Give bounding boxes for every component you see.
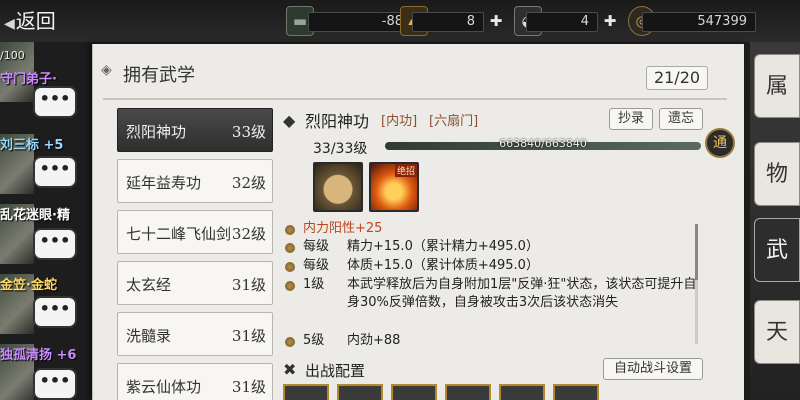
battle-slot[interactable] [445, 384, 491, 400]
resource-coin-value: 547399 [642, 12, 756, 32]
chat-bubble-icon[interactable]: ••• [33, 296, 77, 328]
character-name: 乱花迷眼·精 [0, 208, 70, 223]
ultimate-badge: 绝招 [394, 164, 417, 177]
skill-name: 紫云仙体功 [126, 378, 202, 396]
tab-items[interactable]: 物 [754, 142, 800, 206]
battle-slot[interactable] [283, 384, 329, 400]
diamond-emblem-icon: ◆ [283, 111, 296, 130]
character-name: 守门弟子· [0, 72, 57, 87]
skill-name: 太玄经 [126, 276, 172, 294]
add-silver-button[interactable]: ✚ [600, 10, 620, 32]
skill-list: 烈阳神功 33级 延年益寿功 32级 七十二峰飞仙剑 32级 太玄经 31级 洗… [117, 108, 273, 400]
tab-talent[interactable]: 天 [754, 300, 800, 364]
bullet-icon [285, 281, 295, 291]
skill-name: 洗髓录 [126, 327, 172, 345]
resource-gold-value: 8 [412, 12, 484, 32]
chat-bubble-icon[interactable]: ••• [33, 368, 77, 400]
forget-button[interactable]: 遗忘 [659, 108, 703, 130]
add-gold-button[interactable]: ✚ [486, 10, 506, 32]
right-tab-rail: 属 物 武 天 [750, 42, 800, 400]
bullet-icon [285, 262, 295, 272]
mastery-badge[interactable]: 通 [705, 128, 735, 158]
crossed-swords-icon: ✖ [283, 360, 297, 379]
effect-value: 体质+15.0（累计体质+495.0） [347, 258, 539, 273]
skill-detail: ◆ 烈阳神功 [内功] [六扇门] 抄录 遗忘 33/33级 663840/66… [283, 108, 735, 400]
copy-button[interactable]: 抄录 [609, 108, 653, 130]
character-hp: /100 [0, 49, 25, 62]
effect-list: 内力阳性+25 每级 精力+15.0（累计精力+495.0） 每级 体质+15.… [283, 220, 703, 350]
battle-slots [283, 384, 703, 400]
skill-name: 七十二峰飞仙剑 [126, 225, 232, 243]
skill-level: 32级 [231, 225, 266, 243]
chat-bubble-icon[interactable]: ••• [33, 156, 77, 188]
resource-cart-value: -88 [308, 12, 412, 32]
skill-type-tag: [内功] [381, 114, 418, 129]
skill-name: 烈阳神功 [126, 123, 187, 141]
back-arrow-icon: ◀ [4, 16, 15, 32]
effects-scrollbar[interactable] [695, 224, 698, 344]
chat-bubble-icon[interactable]: ••• [33, 228, 77, 260]
character-name: 金笠·金蛇 [0, 278, 57, 293]
effect-label: 5级 [303, 333, 325, 348]
battle-slot[interactable] [499, 384, 545, 400]
bullet-icon [285, 337, 295, 347]
resource-silver-value: 4 [526, 12, 598, 32]
panel-title: 拥有武学 [123, 65, 195, 86]
skill-count: 21/20 [646, 66, 708, 90]
battle-slot[interactable] [553, 384, 599, 400]
divider [103, 98, 727, 100]
back-label: 返回 [15, 9, 56, 33]
back-button[interactable]: ◀返回 [0, 4, 60, 38]
effect-label: 每级 [303, 239, 330, 254]
tab-martial-arts[interactable]: 武 [754, 218, 800, 282]
effect-value: 内力阳性+25 [303, 221, 383, 236]
skill-level-progress: 33/33级 [313, 141, 368, 157]
skill-level: 31级 [231, 327, 266, 345]
auto-battle-settings-button[interactable]: 自动战斗设置 [603, 358, 703, 380]
skill-item[interactable]: 七十二峰飞仙剑 32级 [117, 210, 273, 254]
meditating-figure-icon[interactable] [313, 162, 363, 212]
martial-arts-panel: ◈ 拥有武学 21/20 烈阳神功 33级 延年益寿功 32级 七十二峰飞仙剑 … [92, 44, 744, 400]
character-name: 刘三标 +5 [0, 138, 64, 153]
top-bar: ◀返回 ▬ -88 ▰ 8 ✚ ◒ 4 ✚ ◎ 547399 [0, 0, 800, 42]
skill-detail-title: 烈阳神功 [305, 112, 370, 131]
skill-level: 33级 [231, 123, 266, 141]
skill-name: 延年益寿功 [126, 174, 202, 192]
bullet-icon [285, 243, 295, 253]
effect-label: 1级 [303, 277, 325, 292]
bullet-icon [285, 225, 295, 235]
skill-item-selected[interactable]: 烈阳神功 33级 [117, 108, 273, 152]
skill-item[interactable]: 太玄经 31级 [117, 261, 273, 305]
character-name: 独孤清扬 +6 [0, 348, 77, 363]
skill-item[interactable]: 延年益寿功 32级 [117, 159, 273, 203]
effect-label: 每级 [303, 258, 330, 273]
skill-level: 32级 [231, 174, 266, 192]
effect-value: 本武学释放后为自身附加1层"反弹·狂"状态，该状态可提升自身30%反弹倍数，自身… [347, 277, 697, 310]
skill-item[interactable]: 紫云仙体功 31级 [117, 363, 273, 400]
effect-value: 内劲+88 [347, 333, 401, 348]
effect-value: 精力+15.0（累计精力+495.0） [347, 239, 539, 254]
scroll-icon: ◈ [101, 62, 112, 78]
skill-item[interactable]: 洗髓录 31级 [117, 312, 273, 356]
scroll-thumb[interactable] [695, 224, 698, 280]
battle-config-title: 出战配置 [305, 362, 366, 380]
skill-sect-tag: [六扇门] [429, 114, 479, 129]
tab-attributes[interactable]: 属 [754, 54, 800, 118]
battle-slot[interactable] [391, 384, 437, 400]
chat-bubble-icon[interactable]: ••• [33, 86, 77, 118]
skill-level: 31级 [231, 276, 266, 294]
skill-level: 31级 [231, 378, 266, 396]
battle-slot[interactable] [337, 384, 383, 400]
exp-text: 663840/663840 [499, 137, 587, 150]
flame-skill-icon[interactable]: 绝招 [369, 162, 419, 212]
